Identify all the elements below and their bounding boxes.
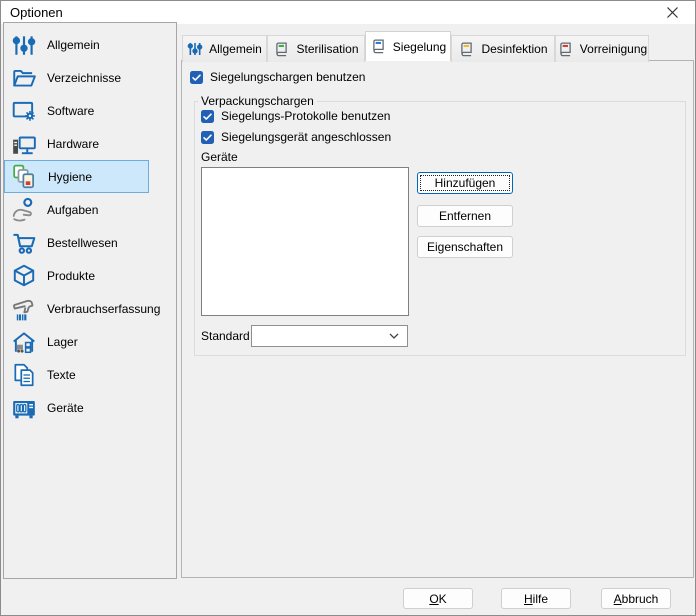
sidebar-item-label: Software [47, 104, 94, 118]
sidebar-item-hardware[interactable]: Hardware [4, 127, 149, 160]
titlebar: Optionen [1, 1, 695, 24]
sidebar-item-produkte[interactable]: Produkte [4, 259, 149, 292]
checkbox-label: Siegelungschargen benutzen [210, 70, 365, 84]
tab-label: Vorreinigung [580, 42, 647, 56]
book-icon [370, 38, 387, 55]
tab-allgemein[interactable]: Allgemein [182, 35, 267, 62]
cart-icon [9, 229, 39, 256]
tab-strip: Allgemein Sterilisation Siegelung Desinf… [182, 33, 649, 61]
checkbox-label: Siegelungs-Protokolle benutzen [221, 109, 390, 123]
sidebar-item-label: Hygiene [48, 170, 92, 184]
ok-button[interactable]: OK [403, 588, 473, 609]
standard-combobox[interactable] [251, 325, 408, 347]
close-icon [667, 7, 678, 18]
window-gear-icon [9, 97, 39, 124]
options-dialog: Optionen Allgemein [0, 0, 696, 616]
close-button[interactable] [650, 1, 695, 24]
checkbox-label: Siegelungsgerät angeschlossen [221, 130, 391, 144]
sidebar-item-label: Texte [47, 368, 76, 382]
group-title: Verpackungschargen [198, 94, 317, 108]
sidebar-item-verzeichnisse[interactable]: Verzeichnisse [4, 61, 149, 94]
help-button-label: Hilfe [524, 592, 548, 606]
checkbox-siegelungschargen[interactable]: Siegelungschargen benutzen [190, 70, 365, 84]
devices-listbox[interactable] [201, 167, 409, 316]
checkbox-checked-icon [201, 131, 214, 144]
sidebar-item-allgemein[interactable]: Allgemein [4, 28, 149, 61]
add-button-label: Hinzufügen [435, 176, 496, 190]
tab-label: Allgemein [209, 42, 262, 56]
window-title: Optionen [10, 1, 63, 24]
standard-label: Standard [201, 329, 250, 343]
sidebar-item-software[interactable]: Software [4, 94, 149, 127]
checkbox-checked-icon [201, 110, 214, 123]
sidebar-item-label: Verzeichnisse [47, 71, 121, 85]
sidebar-item-label: Allgemein [47, 38, 100, 52]
tab-desinfektion[interactable]: Desinfektion [451, 35, 555, 62]
sidebar-item-label: Lager [47, 335, 78, 349]
help-button[interactable]: Hilfe [501, 588, 571, 609]
verpackungschargen-group: Verpackungschargen Siegelungs-Protokolle… [194, 101, 686, 356]
checkbox-geraet-angeschlossen[interactable]: Siegelungsgerät angeschlossen [201, 130, 391, 144]
cards-icon [10, 163, 40, 190]
tab-label: Desinfektion [481, 42, 547, 56]
siegelung-tab-page: Siegelungschargen benutzen Verpackungsch… [181, 60, 694, 578]
sidebar-item-aufgaben[interactable]: Aufgaben [4, 193, 149, 226]
book-icon [458, 41, 475, 58]
book-icon [273, 41, 290, 58]
sidebar-item-verbrauchserfassung[interactable]: Verbrauchserfassung [4, 292, 149, 325]
cancel-button[interactable]: Abbruch [601, 588, 671, 609]
sidebar-item-hygiene[interactable]: Hygiene [4, 160, 149, 193]
tab-label: Siegelung [393, 40, 446, 54]
devices-label: Geräte [201, 150, 238, 164]
folder-icon [9, 64, 39, 91]
person-hand-icon [9, 196, 39, 223]
sidebar-item-label: Hardware [47, 137, 99, 151]
remove-button[interactable]: Entfernen [417, 205, 513, 227]
sidebar-item-bestellwesen[interactable]: Bestellwesen [4, 226, 149, 259]
sidebar-item-label: Verbrauchserfassung [47, 302, 160, 316]
sidebar-item-label: Aufgaben [47, 203, 98, 217]
tab-vorreinigung[interactable]: Vorreinigung [555, 35, 649, 62]
sidebar-item-texte[interactable]: Texte [4, 358, 149, 391]
sidebar-item-lager[interactable]: Lager [4, 325, 149, 358]
cube-icon [9, 262, 39, 289]
ok-button-label: OK [429, 592, 446, 606]
category-sidebar: Allgemein Verzeichnisse [3, 22, 177, 579]
tab-label: Sterilisation [296, 42, 358, 56]
scanner-barcode-icon [9, 295, 39, 322]
add-button[interactable]: Hinzufügen [417, 172, 513, 194]
machine-icon [9, 394, 39, 421]
checkbox-protokolle[interactable]: Siegelungs-Protokolle benutzen [201, 109, 390, 123]
tab-siegelung[interactable]: Siegelung [365, 31, 451, 61]
sliders-icon [187, 41, 203, 57]
computer-icon [9, 130, 39, 157]
sidebar-item-geraete[interactable]: Geräte [4, 391, 149, 424]
chevron-down-icon [389, 333, 399, 339]
checkbox-checked-icon [190, 71, 203, 84]
remove-button-label: Entfernen [439, 209, 491, 223]
properties-button[interactable]: Eigenschaften [417, 236, 513, 258]
cancel-button-label: Abbruch [614, 592, 659, 606]
documents-icon [9, 361, 39, 388]
warehouse-icon [9, 328, 39, 355]
book-icon [557, 41, 574, 58]
sidebar-item-label: Produkte [47, 269, 95, 283]
properties-button-label: Eigenschaften [427, 240, 503, 254]
sidebar-item-label: Geräte [47, 401, 84, 415]
tab-sterilisation[interactable]: Sterilisation [267, 35, 365, 62]
sidebar-item-label: Bestellwesen [47, 236, 118, 250]
sliders-icon [9, 31, 39, 58]
